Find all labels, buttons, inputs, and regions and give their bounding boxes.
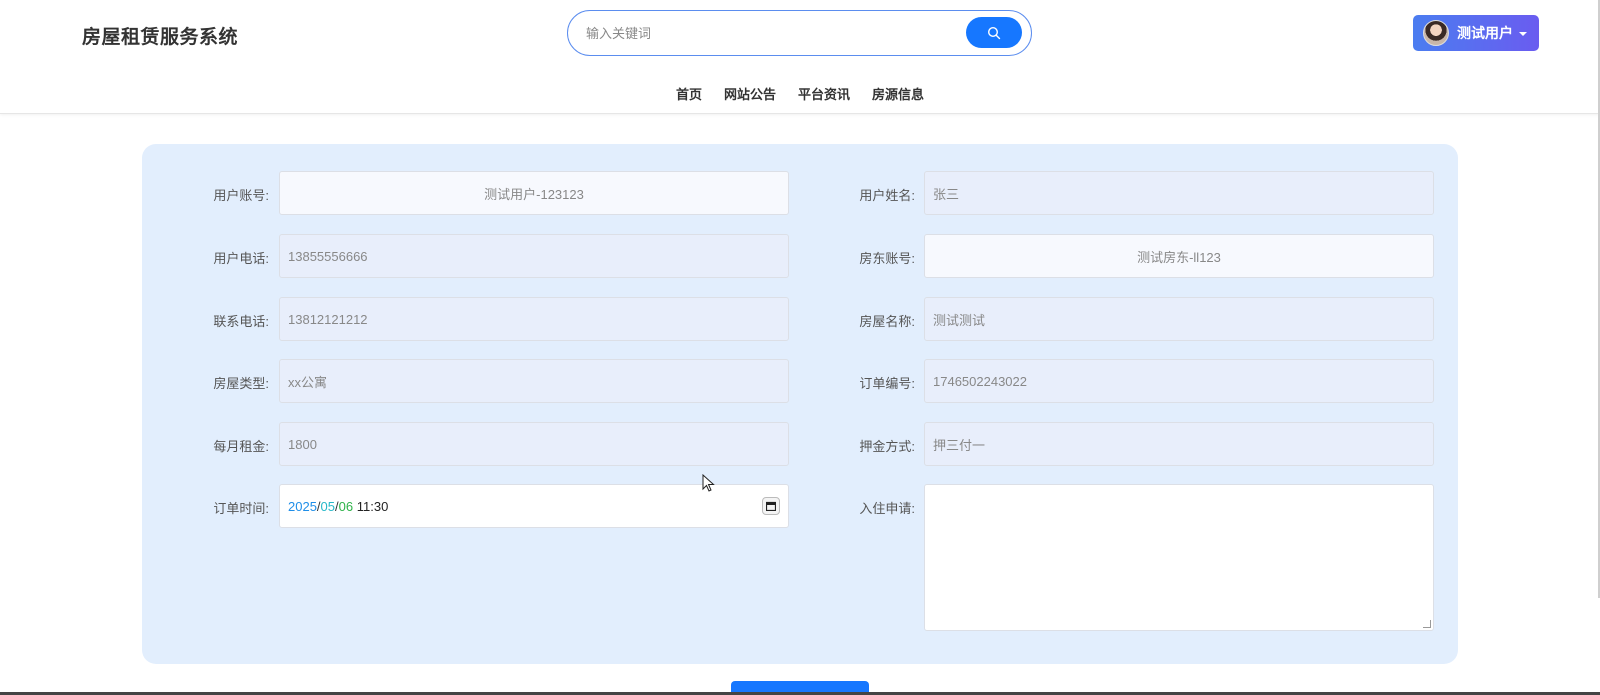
move-in-application-label: 入住申请: (859, 501, 915, 516)
nav-item-announcements[interactable]: 网站公告 (724, 84, 776, 103)
landlord-account-field[interactable]: 测试房东-ll123 (924, 234, 1434, 278)
user-name: 测试用户 (1457, 25, 1513, 41)
user-account-label: 用户账号: (213, 188, 269, 203)
monthly-rent-field[interactable]: 1800 (279, 422, 789, 466)
top-header: 房屋租赁服务系统 测试用户 首页 网站公告 平台资讯 房源信息 (0, 0, 1600, 114)
order-time-year: 2025 (288, 498, 317, 514)
user-phone-label: 用户电话: (213, 251, 269, 266)
user-name-field[interactable]: 张三 (924, 171, 1434, 215)
order-time-day: 06 (338, 498, 354, 514)
order-number-field[interactable]: 1746502243022 (924, 359, 1434, 403)
contact-phone-label: 联系电话: (213, 314, 269, 329)
page: 房屋租赁服务系统 测试用户 首页 网站公告 平台资讯 房源信息 用户账号: 测试… (0, 0, 1600, 695)
search-button[interactable] (966, 17, 1022, 48)
order-time-clock: 11:30 (356, 498, 389, 514)
main-nav: 首页 网站公告 平台资讯 房源信息 (676, 84, 946, 103)
house-name-field[interactable]: 测试测试 (924, 297, 1434, 341)
move-in-application-textarea[interactable] (924, 484, 1434, 631)
nav-item-listings[interactable]: 房源信息 (872, 84, 924, 103)
deposit-method-field[interactable]: 押三付一 (924, 422, 1434, 466)
landlord-account-label: 房东账号: (859, 251, 915, 266)
nav-item-news[interactable]: 平台资讯 (798, 84, 850, 103)
search-box (567, 10, 1032, 56)
search-icon (987, 26, 1001, 39)
site-title: 房屋租赁服务系统 (82, 27, 239, 48)
house-type-field[interactable]: xx公寓 (279, 359, 789, 403)
order-time-month: 05 (320, 498, 336, 514)
deposit-method-label: 押金方式: (859, 439, 915, 454)
user-account-field[interactable]: 测试用户-123123 (279, 171, 789, 215)
order-number-label: 订单编号: (859, 376, 915, 391)
house-type-label: 房屋类型: (213, 376, 269, 391)
user-menu-button[interactable]: 测试用户 (1413, 15, 1539, 51)
house-name-label: 房屋名称: (859, 314, 915, 329)
user-phone-field[interactable]: 13855556666 (279, 234, 789, 278)
monthly-rent-label: 每月租金: (213, 439, 269, 454)
calendar-icon[interactable] (762, 497, 780, 515)
nav-item-home[interactable]: 首页 (676, 84, 702, 103)
contact-phone-field[interactable]: 13812121212 (279, 297, 789, 341)
chevron-down-icon (1519, 32, 1527, 36)
mouse-cursor-icon (702, 474, 715, 492)
resize-handle-icon[interactable] (1423, 620, 1431, 628)
order-time-label: 订单时间: (213, 501, 269, 516)
user-name-label: 用户姓名: (859, 188, 915, 203)
avatar (1423, 20, 1449, 46)
search-input[interactable] (586, 23, 946, 43)
